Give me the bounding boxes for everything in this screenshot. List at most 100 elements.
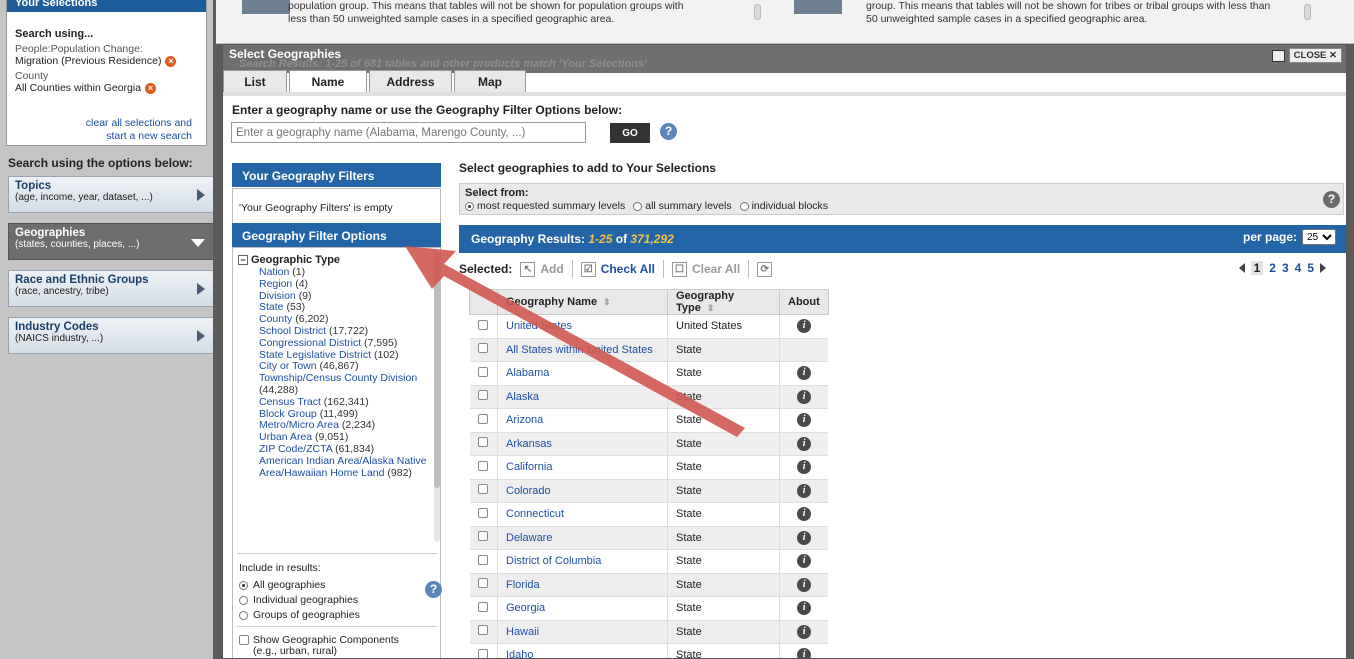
geographic-type-item[interactable]: Township/Census County Division (44,288): [259, 372, 429, 397]
column-header-geography-type[interactable]: Geography Type ⇕: [667, 289, 780, 315]
page-5[interactable]: 5: [1307, 261, 1314, 275]
row-checkbox[interactable]: [478, 554, 489, 565]
chevron-down-icon: [191, 239, 205, 247]
geography-name-link[interactable]: Alaska: [497, 385, 668, 409]
next-page-icon[interactable]: [1320, 263, 1326, 273]
your-geography-filters-title: Your Geography Filters: [232, 163, 441, 187]
industry-codes-button[interactable]: Industry Codes (NAICS industry, ...): [8, 317, 213, 354]
select-geographies-title: Select geographies to add to Your Select…: [459, 161, 716, 175]
collapse-icon[interactable]: −: [238, 255, 248, 265]
tab-name[interactable]: Name: [289, 70, 367, 92]
select-geographies-modal: Select Geographies Search Results: 1-25 …: [222, 44, 1347, 659]
row-checkbox[interactable]: [478, 437, 489, 448]
geography-type-cell: State: [667, 573, 780, 597]
row-checkbox[interactable]: [478, 601, 489, 612]
geography-name-link[interactable]: Alabama: [497, 361, 668, 386]
remove-selection-icon[interactable]: ×: [145, 82, 157, 94]
scrollbar[interactable]: [434, 252, 440, 542]
page-1[interactable]: 1: [1250, 261, 1264, 275]
row-checkbox[interactable]: [478, 460, 489, 471]
geography-name-link[interactable]: Georgia: [497, 596, 668, 621]
geography-name-link[interactable]: Delaware: [497, 526, 668, 550]
scrollbar[interactable]: [1304, 4, 1311, 20]
info-icon[interactable]: i: [797, 624, 812, 639]
tab-address[interactable]: Address: [369, 70, 452, 92]
info-icon[interactable]: i: [797, 413, 812, 428]
row-checkbox[interactable]: [478, 484, 489, 495]
geography-results-header: Geography Results: 1-25 of 371,292 per p…: [459, 225, 1346, 253]
geography-name-link[interactable]: Arizona: [497, 408, 668, 433]
add-button[interactable]: ↖ Add: [520, 261, 564, 277]
row-checkbox[interactable]: [478, 366, 489, 377]
info-icon[interactable]: i: [797, 460, 812, 475]
left-sidebar: Your Selections Search using... People:P…: [0, 0, 213, 659]
row-checkbox[interactable]: [478, 648, 489, 658]
row-checkbox[interactable]: [478, 390, 489, 401]
row-checkbox[interactable]: [478, 507, 489, 518]
help-icon[interactable]: ?: [660, 123, 677, 140]
page-3[interactable]: 3: [1282, 261, 1289, 275]
go-button[interactable]: GO: [610, 123, 650, 143]
radio-groups-of-geographies[interactable]: Groups of geographies: [239, 609, 360, 621]
table-row: Georgia State i: [469, 596, 829, 621]
radio-most-requested[interactable]: most requested summary levels: [465, 200, 625, 212]
geographic-type-item[interactable]: American Indian Area/Alaska Native Area/…: [259, 455, 429, 480]
per-page-select[interactable]: 25: [1302, 229, 1336, 245]
topics-button[interactable]: Topics (age, income, year, dataset, ...): [8, 176, 213, 213]
clear-all-button[interactable]: ☐ Clear All: [671, 261, 740, 277]
tab-list[interactable]: List: [223, 70, 287, 92]
maximize-icon[interactable]: [1271, 49, 1285, 62]
info-icon[interactable]: i: [797, 389, 812, 404]
page-4[interactable]: 4: [1295, 261, 1302, 275]
scrollbar[interactable]: [754, 4, 761, 20]
tab-map[interactable]: Map: [454, 70, 526, 92]
check-all-button[interactable]: ☑ Check All: [580, 261, 655, 277]
info-icon[interactable]: i: [797, 601, 812, 616]
geography-type-cell: State: [667, 526, 780, 550]
radio-all-geographies[interactable]: All geographies: [239, 579, 325, 591]
help-icon[interactable]: ?: [425, 581, 442, 598]
clear-all-selections-link[interactable]: clear all selections and start a new sea…: [86, 117, 192, 143]
info-icon[interactable]: i: [797, 530, 812, 545]
info-icon[interactable]: i: [797, 319, 812, 334]
remove-selection-icon[interactable]: ×: [165, 55, 177, 67]
info-icon[interactable]: i: [797, 507, 812, 522]
geographies-button[interactable]: Geographies (states, counties, places, .…: [8, 223, 213, 260]
geographic-type-heading[interactable]: − Geographic Type: [238, 254, 340, 266]
race-ethnic-groups-button[interactable]: Race and Ethnic Groups (race, ancestry, …: [8, 270, 213, 307]
close-button[interactable]: CLOSE ✕: [1271, 48, 1342, 63]
row-checkbox[interactable]: [478, 578, 489, 589]
geography-name-link[interactable]: Idaho: [497, 643, 668, 658]
geography-name-link[interactable]: United States: [497, 314, 668, 339]
geography-name-link[interactable]: Connecticut: [497, 502, 668, 527]
page-2[interactable]: 2: [1269, 261, 1276, 275]
geography-name-link[interactable]: Colorado: [497, 479, 668, 503]
radio-individual-blocks[interactable]: individual blocks: [739, 200, 828, 212]
row-checkbox[interactable]: [478, 413, 489, 424]
radio-all-summary-levels[interactable]: all summary levels: [633, 200, 732, 212]
geography-name-link[interactable]: Hawaii: [497, 620, 668, 644]
geography-name-link[interactable]: All States within United States: [497, 338, 668, 362]
info-icon[interactable]: i: [797, 554, 812, 569]
geography-name-link[interactable]: District of Columbia: [497, 549, 668, 574]
geography-name-link[interactable]: California: [497, 455, 668, 480]
show-geographic-components-checkbox[interactable]: Show Geographic Components (e.g., urban,…: [239, 635, 423, 657]
row-checkbox[interactable]: [478, 625, 489, 636]
help-icon[interactable]: ?: [1323, 191, 1340, 208]
info-icon[interactable]: i: [797, 483, 812, 498]
info-icon[interactable]: i: [797, 366, 812, 381]
info-icon[interactable]: i: [797, 648, 812, 658]
prev-page-icon[interactable]: [1238, 263, 1245, 273]
row-checkbox[interactable]: [478, 343, 489, 354]
info-icon[interactable]: i: [797, 577, 812, 592]
geography-name-link[interactable]: Arkansas: [497, 432, 668, 456]
row-checkbox[interactable]: [478, 319, 489, 330]
geography-name-input[interactable]: [231, 122, 586, 143]
info-icon[interactable]: i: [797, 436, 812, 451]
column-header-geography-name[interactable]: Geography Name ⇕: [497, 289, 668, 315]
row-checkbox[interactable]: [478, 531, 489, 542]
geography-name-link[interactable]: Florida: [497, 573, 668, 597]
refresh-icon[interactable]: ⟳: [757, 261, 773, 277]
radio-individual-geographies[interactable]: Individual geographies: [239, 594, 358, 606]
table-row: Idaho State i: [469, 643, 829, 658]
